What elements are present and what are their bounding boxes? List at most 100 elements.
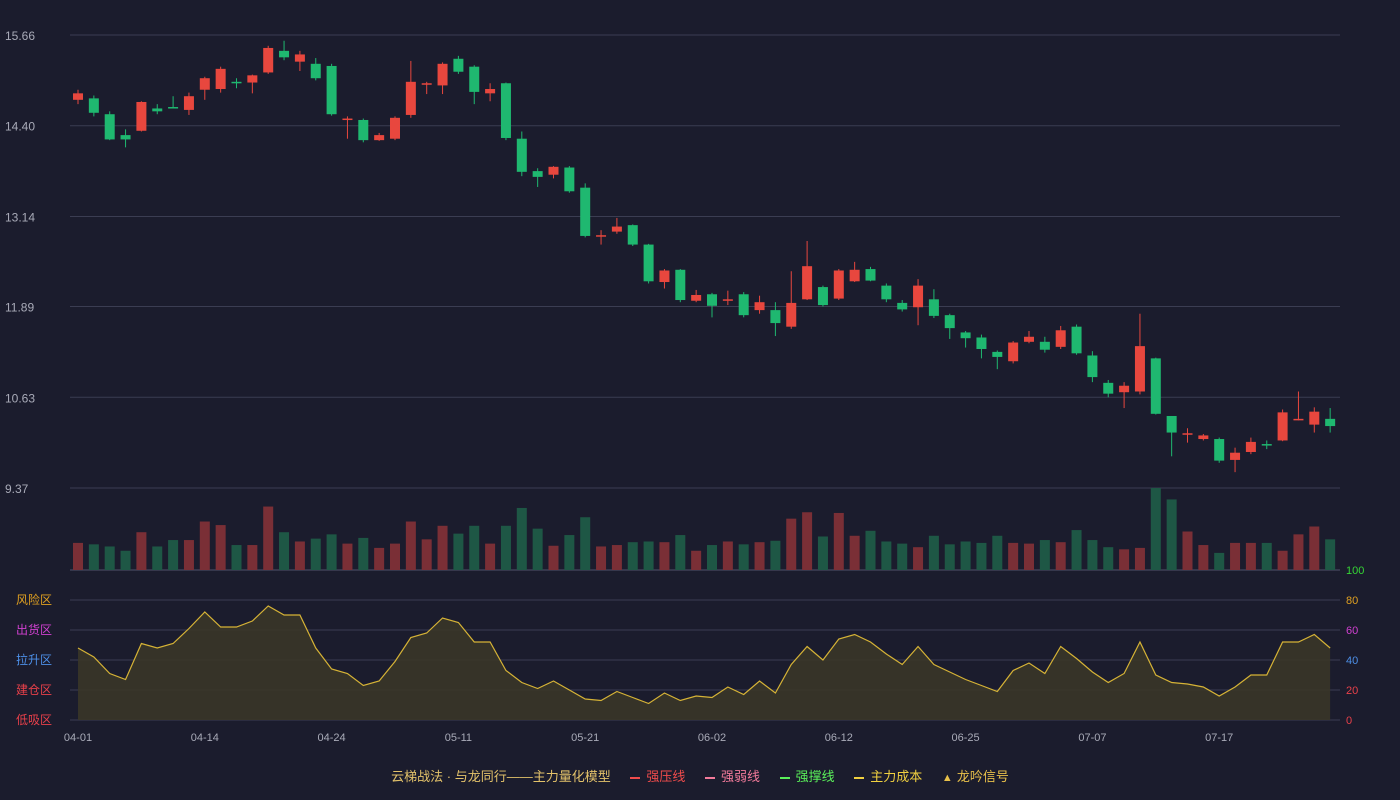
- candle-body: [1325, 418, 1336, 427]
- candle-body: [817, 287, 828, 306]
- candle-body: [358, 119, 369, 141]
- candle-body: [532, 171, 543, 177]
- volume-bar: [1071, 530, 1082, 570]
- price-tick-label: 10.63: [5, 391, 35, 405]
- volume-bar: [770, 540, 781, 570]
- volume-bar: [199, 521, 210, 570]
- volume-bar: [453, 533, 464, 570]
- legend-item-strong-pressure[interactable]: 强压线: [630, 766, 685, 785]
- candle-body: [1024, 336, 1034, 342]
- volume-bar: [976, 542, 987, 570]
- volume-bar: [120, 550, 131, 570]
- candle-body: [722, 299, 733, 301]
- candle-body: [1134, 346, 1145, 392]
- candle-body: [992, 351, 1003, 357]
- legend-item-main-cost[interactable]: 主力成本: [854, 766, 922, 785]
- candle-body: [643, 244, 654, 282]
- date-tick-label: 06-25: [952, 732, 980, 744]
- volume-bar: [1087, 540, 1098, 570]
- candle-body: [976, 337, 987, 350]
- dashed-line-icon: [705, 776, 715, 779]
- candle-body: [1039, 341, 1050, 350]
- candle-body: [231, 81, 242, 84]
- volume-bar: [374, 547, 385, 570]
- osc-right-tick-label: 40: [1346, 655, 1358, 667]
- volume-bar: [358, 537, 369, 570]
- volume-bar: [294, 541, 305, 570]
- candle-body: [802, 266, 813, 300]
- volume-bar: [532, 528, 543, 570]
- osc-zone-label: 风险区: [16, 592, 52, 607]
- candle-body: [596, 235, 607, 237]
- legend-label: 强弱线: [721, 769, 761, 784]
- candle-body: [691, 294, 702, 301]
- candle-body: [897, 302, 908, 310]
- candle-body: [279, 50, 290, 58]
- candle-body: [437, 63, 448, 86]
- volume-bar: [944, 544, 955, 570]
- candle-body: [120, 135, 131, 140]
- candle-body: [1261, 444, 1272, 446]
- candle-body: [548, 166, 559, 175]
- candle-body: [1182, 433, 1193, 435]
- candle-body: [754, 302, 765, 311]
- volume-bar: [279, 532, 290, 570]
- candle-body: [1198, 435, 1209, 440]
- candle-body: [168, 107, 179, 109]
- candle-body: [405, 81, 416, 115]
- osc-zone-label: 出货区: [16, 622, 52, 637]
- volume-bar: [833, 512, 844, 570]
- candle-body: [516, 138, 527, 172]
- candle-body: [1293, 418, 1304, 421]
- candle-body: [738, 294, 749, 316]
- candle-body: [1008, 342, 1019, 362]
- candle-body: [104, 114, 115, 140]
- volume-bar: [215, 525, 226, 570]
- volume-bar: [1134, 547, 1145, 570]
- volume-bar: [405, 521, 416, 570]
- triangle-icon: ▲: [941, 772, 953, 784]
- candle-body: [263, 47, 274, 73]
- volume-bar: [1008, 542, 1019, 570]
- solid-line-icon: [630, 776, 641, 779]
- price-tick-label: 13.14: [5, 210, 35, 224]
- price-tick-label: 15.66: [5, 29, 35, 43]
- candle-body: [215, 68, 226, 90]
- volume-bar: [310, 538, 321, 570]
- volume-bar: [596, 546, 607, 570]
- candle-body: [421, 83, 432, 85]
- candle-body: [183, 96, 194, 110]
- volume-bar: [88, 544, 99, 570]
- candle-body: [928, 299, 939, 316]
- candle-body: [580, 187, 591, 236]
- candle-body: [675, 269, 686, 301]
- volume-bar: [136, 532, 147, 570]
- date-tick-label: 04-01: [64, 732, 92, 744]
- osc-right-tick-label: 0: [1346, 715, 1352, 727]
- volume-bar: [722, 541, 733, 570]
- volume-bar: [1293, 534, 1304, 570]
- volume-bar: [802, 512, 813, 570]
- volume-bar: [707, 545, 717, 570]
- candle-body: [833, 270, 844, 299]
- legend-item-dragon-signal[interactable]: ▲ 龙吟信号: [942, 766, 1009, 785]
- candle-body: [1087, 355, 1098, 378]
- volume-bar: [881, 541, 892, 570]
- volume-bar: [611, 545, 622, 570]
- candle-body: [469, 66, 480, 92]
- volume-bar: [263, 506, 274, 570]
- legend-label: 强撑线: [795, 769, 835, 784]
- candle-body: [1277, 412, 1288, 441]
- osc-zone-label: 建仓区: [16, 683, 52, 697]
- volume-bar: [469, 525, 480, 570]
- osc-right-tick-label: 100: [1346, 565, 1364, 577]
- dashed-line-icon: [854, 776, 865, 779]
- volume-bar: [1150, 488, 1161, 570]
- candle-body: [326, 65, 337, 115]
- candle-body: [770, 310, 781, 324]
- date-tick-label: 07-17: [1205, 732, 1233, 744]
- legend-item-strong-support[interactable]: 强撑线: [779, 766, 835, 785]
- legend-label: 主力成本: [870, 769, 923, 784]
- candle-body: [342, 118, 353, 121]
- legend-item-strength-line[interactable]: 强弱线: [705, 766, 760, 785]
